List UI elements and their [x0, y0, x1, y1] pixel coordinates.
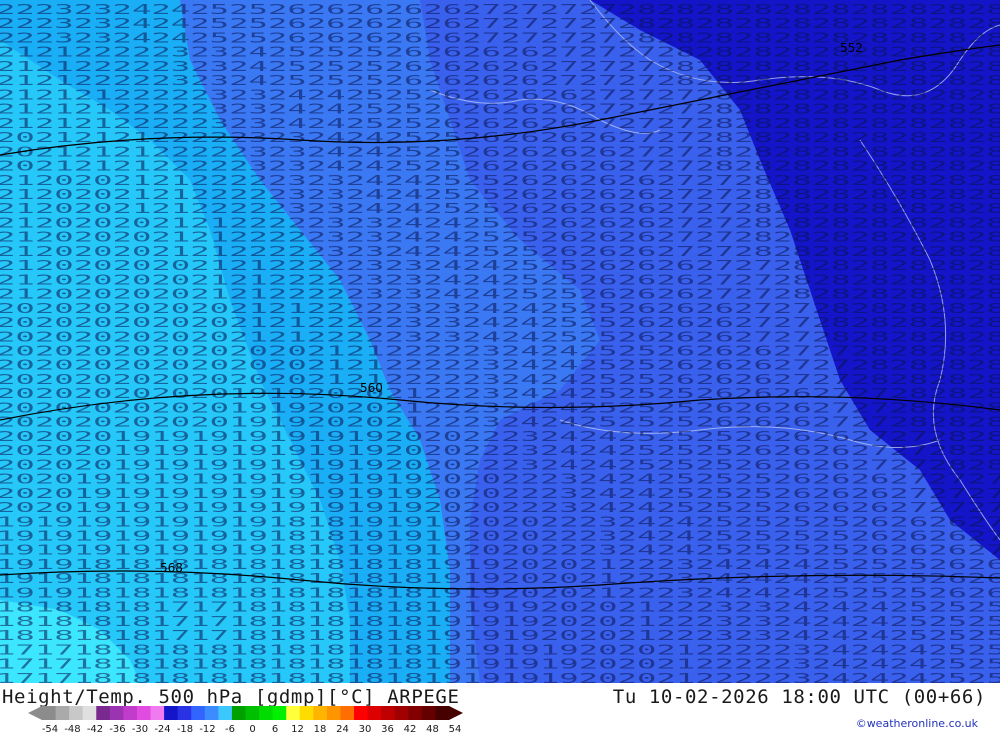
- legend-swatch: [177, 706, 192, 720]
- temperature-label-row: 2223232424252526262626262727272728282828…: [0, 3, 1000, 18]
- map-valid-time: Tu 10-02-2026 18:00 UTC (00+66): [612, 686, 986, 708]
- legend-swatch: [191, 706, 206, 720]
- legend-swatch: [394, 706, 409, 720]
- legend-swatch: [109, 706, 124, 720]
- temperature-label-row: 2121212222232324242525262626262727272828…: [0, 103, 1000, 118]
- legend-swatch: [204, 706, 219, 720]
- temperature-label-row: 2020202020202121222223232424252526262627…: [0, 302, 1000, 317]
- contour-label: 552: [840, 41, 863, 55]
- legend-swatch: [218, 706, 233, 720]
- temperature-label-row: 2120202021212222232324242525262626272728…: [0, 231, 1000, 246]
- temperature-label-row: 2120202020212122222323242425252626262727…: [0, 288, 1000, 303]
- legend-swatch: [381, 706, 396, 720]
- temperature-label-row: 2120202121222223232424252526262626272728…: [0, 188, 1000, 203]
- temperature-label-row: 2020202020201919202021222324242525252626…: [0, 387, 1000, 402]
- legend-swatch: [231, 706, 246, 720]
- legend-swatch: [299, 706, 314, 720]
- temperature-label-row: 2120202020212122222323242425252626262727…: [0, 273, 1000, 288]
- legend-swatch: [245, 706, 260, 720]
- temperature-label-row: 2121212222232324242525262626262727272828…: [0, 88, 1000, 103]
- legend-swatch: [354, 706, 369, 720]
- temperature-label-row: 2120202021212222232324242525262626272728…: [0, 245, 1000, 260]
- credit-link[interactable]: ©weatheronline.co.uk: [856, 717, 978, 730]
- legend-arrow-low: [28, 706, 42, 720]
- legend-swatch: [164, 706, 179, 720]
- temperature-label-row: 2020191919191919191919202022232424252525…: [0, 473, 1000, 488]
- legend-swatch: [272, 706, 287, 720]
- temperature-label-row: 2020202020202121222223232424252526262627…: [0, 330, 1000, 345]
- temperature-label-row: 1717181818181818181818191919192020212222…: [0, 643, 1000, 658]
- temperature-label-row: 2020202020202020212122222324242525262626…: [0, 373, 1000, 388]
- temperature-label-row: 2020202020201919202021222324242525252626…: [0, 401, 1000, 416]
- legend-swatch: [136, 706, 152, 720]
- legend-swatch: [367, 706, 382, 720]
- temperature-label-row: 2020202020201919202021222324242525252626…: [0, 416, 1000, 431]
- temperature-label-row: 2020201919191919191920202223242425252526…: [0, 458, 1000, 473]
- legend-swatch: [286, 706, 301, 720]
- legend-swatch: [340, 706, 355, 720]
- weather-map: 2223232424252526262626262727272728282828…: [0, 0, 1000, 683]
- temperature-label-row: 1818181817171818181818191919202021222323…: [0, 601, 1000, 616]
- legend-swatch: [82, 706, 97, 720]
- legend-swatch: [421, 706, 436, 720]
- temperature-label-row: 2120202021212222232324242525262626272728…: [0, 216, 1000, 231]
- temperature-label-row: 2020202020202121222223232424252526262627…: [0, 316, 1000, 331]
- legend-swatch: [326, 706, 341, 720]
- temperature-label-row: 2121212222232324242525262626262727272828…: [0, 117, 1000, 132]
- contour-label: 568: [160, 561, 183, 575]
- temperature-label-row: 2020191919191919191919202022232424252525…: [0, 501, 1000, 516]
- temperature-label-row: 1919191919191918181919192020222324242525…: [0, 515, 1000, 530]
- temperature-label-row: 2121222223232425252526262626272727282828…: [0, 60, 1000, 75]
- temperature-label-row: 2020202020202020212122222324242525262626…: [0, 345, 1000, 360]
- legend-swatch: [435, 706, 450, 720]
- legend-swatch: [96, 706, 111, 720]
- legend-swatch: [150, 706, 165, 720]
- temperature-label-row: 1919191919191918181919192020222324242525…: [0, 530, 1000, 545]
- temperature-label-row: 2120202121222223232424252526262626272728…: [0, 174, 1000, 189]
- temperature-label-row: 1919181818181818181818191920202122232424…: [0, 572, 1000, 587]
- temperature-label-row: 2021212122222323242425252626262627272828…: [0, 160, 1000, 175]
- temperature-label-row: 1717181818181818181818191919192020212222…: [0, 658, 1000, 673]
- legend-swatch: [313, 706, 328, 720]
- legend-swatch: [69, 706, 84, 720]
- temperature-label-row: 1919191919191918181919192020222324242525…: [0, 544, 1000, 559]
- temperature-labels: 2223232424252526262626262727272728282828…: [0, 3, 1000, 683]
- temperature-label-row: 2021212122222323242425252626262627272828…: [0, 145, 1000, 160]
- map-title: Height/Temp. 500 hPa [gdmp][°C] ARPEGE: [2, 686, 460, 708]
- legend-tick-labels: -54 -48 -42 -36 -30 -24 -18 -12 -6 0 6 12 18 24 30 36 42…: [42, 724, 462, 734]
- legend-swatch: [42, 706, 57, 720]
- contour-label: 560: [360, 381, 383, 395]
- legend-swatch: [408, 706, 423, 720]
- temperature-label-row: 1717181818181818181818191919192020212222…: [0, 672, 1000, 683]
- temperature-label-row: 1818181817171818181818191919202021222323…: [0, 615, 1000, 630]
- temperature-label-row: 2020191919191919191919202022232424252525…: [0, 487, 1000, 502]
- temperature-label-row: 1818181817171818181818191919202021222323…: [0, 629, 1000, 644]
- color-legend: [28, 706, 463, 720]
- temperature-label-row: 2020201919191919191920202223242425252526…: [0, 444, 1000, 459]
- legend-arrow-high: [449, 706, 463, 720]
- map-footer: Height/Temp. 500 hPa [gdmp][°C] ARPEGE T…: [0, 683, 1000, 734]
- temperature-label-row: 2121222223232425252526262626272727282828…: [0, 74, 1000, 89]
- temperature-label-row: 2020202020202020212122222324242525262626…: [0, 359, 1000, 374]
- temperature-label-row: 2020201919191919191920202223242425252526…: [0, 430, 1000, 445]
- temperature-label-row: 2120202020212122222323242425252626262727…: [0, 259, 1000, 274]
- temperature-label-row: 2223232424252526262626262727272728282828…: [0, 17, 1000, 32]
- legend-swatch: [123, 706, 138, 720]
- legend-swatch: [259, 706, 274, 720]
- temperature-label-row: 2120202121222223232424252526262626272728…: [0, 202, 1000, 217]
- legend-swatch: [55, 706, 70, 720]
